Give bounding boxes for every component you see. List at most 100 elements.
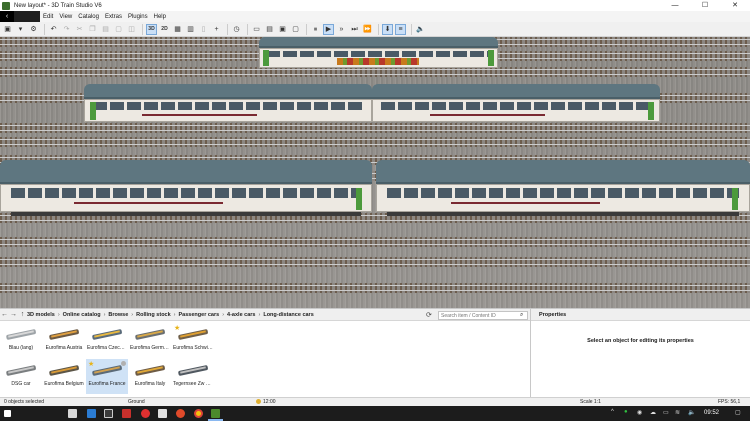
catalog-item-label: Eurofima Czech ... [87, 345, 128, 351]
redo-icon[interactable]: ↷ [61, 24, 72, 35]
breadcrumb-item[interactable]: Browse [108, 312, 128, 318]
view-2d-button[interactable]: 2D [159, 24, 170, 35]
breadcrumb-item[interactable]: Long-distance cars [263, 312, 313, 318]
refresh-icon[interactable]: ⟳ [426, 311, 432, 319]
search-input[interactable] [438, 311, 528, 320]
pause-icon[interactable]: ⏸ [310, 24, 321, 35]
menu-view[interactable]: View [56, 14, 75, 20]
system-clock[interactable]: 09:52 [704, 410, 719, 416]
passenger-car[interactable] [84, 84, 372, 124]
menu-plugins[interactable]: Plugins [125, 14, 151, 20]
toolbar-divider [247, 23, 248, 35]
fast-forward-3-icon[interactable]: ⏩ [362, 24, 373, 35]
breadcrumb-separator: › [103, 311, 106, 318]
monitor-icon[interactable]: ▭ [251, 24, 262, 35]
tray-wifi-icon[interactable]: ≋ [675, 409, 680, 416]
breadcrumb-item[interactable]: Passenger cars [179, 312, 220, 318]
delete-icon[interactable]: ▢ [113, 24, 124, 35]
menu-extras[interactable]: Extras [102, 14, 125, 20]
tray-volume-icon[interactable]: 🔈 [688, 409, 695, 416]
nav-back-icon[interactable]: ← [0, 311, 9, 318]
switchboard-icon[interactable]: ▣ [277, 24, 288, 35]
clock-icon[interactable]: ◷ [231, 24, 242, 35]
catalog-item[interactable]: Eurofima Belgium [43, 359, 85, 394]
timetable-icon[interactable]: ▤ [264, 24, 275, 35]
breadcrumb-item[interactable]: Online catalog [63, 312, 101, 318]
nav-forward-icon[interactable]: → [9, 311, 18, 318]
menu-edit[interactable]: Edit [40, 14, 56, 20]
start-icon[interactable] [4, 410, 11, 417]
sound-icon[interactable]: 🔈 [415, 24, 426, 35]
group-icon[interactable]: ◫ [126, 24, 137, 35]
undo-icon[interactable]: ↶ [48, 24, 59, 35]
catalog-item-label: Eurofima Belgium [44, 381, 84, 387]
tray-app-icon[interactable]: ● [624, 409, 628, 415]
view-3d-button[interactable]: 3D [146, 23, 157, 35]
tray-battery-icon[interactable]: ▭ [663, 409, 669, 416]
save-icon[interactable]: ▣ [2, 24, 13, 35]
passenger-car[interactable] [259, 37, 498, 70]
nav-up-icon[interactable]: ↑ [18, 311, 27, 318]
notification-icon[interactable]: ▢ [735, 409, 741, 416]
download-icon[interactable]: ⬇ [382, 23, 393, 35]
train-studio-icon[interactable] [211, 409, 220, 418]
grid-icon[interactable]: ▦ [172, 24, 183, 35]
minimize-button[interactable]: — [660, 0, 690, 11]
maximize-button[interactable]: ☐ [690, 0, 720, 11]
catalog-item[interactable]: Eurofima Italy [129, 359, 171, 394]
catalog-item[interactable]: DSG car [0, 359, 42, 394]
tray-up-icon[interactable]: ^ [611, 409, 614, 415]
catalog-item[interactable]: ★ Eurofima France [86, 359, 128, 394]
passenger-car[interactable] [372, 84, 660, 124]
catalog-item[interactable]: Tegernsee Zw Kl... [172, 359, 214, 394]
tray-cloud-icon[interactable]: ☁ [650, 409, 656, 416]
catalog-item[interactable]: Blau (lang) [0, 323, 42, 358]
catalog-item-label: Eurofima Germany [130, 345, 171, 351]
passenger-car[interactable] [376, 160, 750, 216]
catalog-item[interactable]: ★ Eurofima Schwiz... [172, 323, 214, 358]
tray-network-icon[interactable]: ◉ [637, 409, 642, 416]
settings-icon[interactable]: ⚙ [28, 24, 39, 35]
acrobat-icon[interactable] [122, 409, 131, 418]
copy-icon[interactable]: ❐ [87, 24, 98, 35]
fast-forward-2-icon[interactable]: ⏭ [349, 24, 360, 35]
firefox-icon[interactable] [176, 409, 185, 418]
rail-track [0, 123, 750, 133]
back-button[interactable]: ‹ [0, 11, 14, 22]
catalog-item[interactable]: Eurofima Germany [129, 323, 171, 358]
time-status: 12:00 [256, 399, 276, 405]
sun-icon [256, 399, 261, 404]
cut-icon[interactable]: ✂ [74, 24, 85, 35]
breadcrumb-item[interactable]: 4-axle cars [227, 312, 255, 318]
camera-icon[interactable]: ▯ [198, 24, 209, 35]
close-button[interactable]: ✕ [720, 0, 750, 11]
layers-icon[interactable]: ▥ [185, 24, 196, 35]
paste-icon[interactable]: ▤ [100, 24, 111, 35]
toolbar-divider [142, 23, 143, 35]
fast-forward-icon[interactable]: » [336, 24, 347, 35]
catalog-item[interactable]: Eurofima Austria [43, 323, 85, 358]
catalog-item-label: Blau (lang) [8, 345, 34, 351]
menu-catalog[interactable]: Catalog [75, 14, 102, 20]
media-icon[interactable] [141, 409, 150, 418]
play-icon[interactable]: ▶ [323, 23, 334, 35]
cloud-icon[interactable] [158, 409, 167, 418]
track-mode-icon[interactable]: ≡ [395, 23, 406, 35]
search-icon[interactable]: ⌕ [520, 312, 523, 319]
dropdown-icon[interactable]: ▾ [15, 24, 26, 35]
file-menu-button[interactable] [14, 11, 40, 22]
menu-help[interactable]: Help [151, 14, 169, 20]
rail-track [0, 137, 750, 147]
catalog-item[interactable]: Eurofima Czech ... [86, 323, 128, 358]
terminal-icon[interactable] [104, 409, 113, 418]
word-icon[interactable] [87, 409, 96, 418]
add-icon[interactable]: + [211, 24, 222, 35]
breadcrumb-item[interactable]: 3D models [27, 312, 55, 318]
installed-badge-icon [121, 361, 126, 366]
task-view-icon[interactable] [68, 409, 77, 418]
chrome-icon[interactable] [194, 409, 203, 418]
train-control-icon[interactable]: ▢ [290, 24, 301, 35]
passenger-car[interactable] [0, 160, 372, 216]
breadcrumb-item[interactable]: Rolling stock [136, 312, 171, 318]
3d-viewport[interactable] [0, 37, 750, 308]
